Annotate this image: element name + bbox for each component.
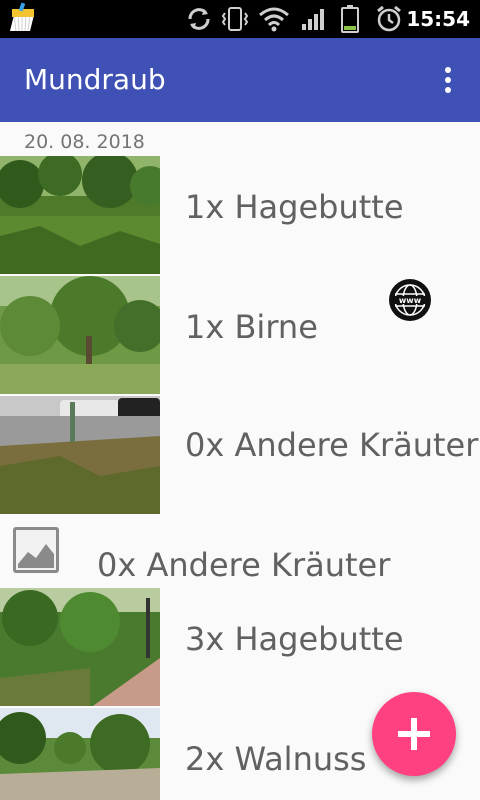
item-photo <box>0 156 160 274</box>
divider <box>432 122 480 126</box>
app-screen: 15:54 Mundraub 20. 08. 2018 1x Hagebutte <box>0 0 480 800</box>
date-header: 20. 08. 2018 <box>24 131 145 153</box>
status-bar: 15:54 <box>0 0 480 38</box>
app-bar: Mundraub <box>0 38 480 122</box>
more-vert-icon[interactable] <box>432 62 464 98</box>
item-label: 1x Hagebutte <box>185 188 404 226</box>
item-label: 3x Hagebutte <box>185 620 404 658</box>
svg-text:www: www <box>399 296 422 305</box>
list-item[interactable]: 3x Hagebutte <box>0 588 480 708</box>
list-item[interactable]: 0x Andere Kräuter <box>0 516 480 588</box>
sync-icon <box>186 0 212 38</box>
item-photo <box>0 396 160 514</box>
app-title: Mundraub <box>24 63 166 96</box>
battery-icon <box>340 0 360 38</box>
cleaner-app-icon <box>4 0 44 38</box>
item-photo <box>0 708 160 800</box>
item-label: 0x Andere Kräuter <box>97 546 391 584</box>
signal-icon <box>300 0 326 38</box>
item-label: 2x Walnuss <box>185 740 367 778</box>
item-photo <box>0 588 160 706</box>
www-globe-icon[interactable]: www <box>388 278 432 322</box>
vibrate-icon <box>220 0 250 38</box>
item-label: 1x Birne <box>185 308 318 346</box>
add-icon <box>398 718 430 750</box>
status-time: 15:54 <box>406 7 470 31</box>
image-placeholder-icon <box>12 526 60 574</box>
wifi-icon <box>258 0 290 38</box>
list-item[interactable]: 0x Andere Kräuter <box>0 396 480 516</box>
alarm-icon <box>374 0 404 38</box>
add-button[interactable] <box>372 692 456 776</box>
item-label: 0x Andere Kräuter <box>185 426 479 464</box>
item-photo <box>0 276 160 394</box>
list-item[interactable]: 1x Hagebutte <box>0 156 480 276</box>
